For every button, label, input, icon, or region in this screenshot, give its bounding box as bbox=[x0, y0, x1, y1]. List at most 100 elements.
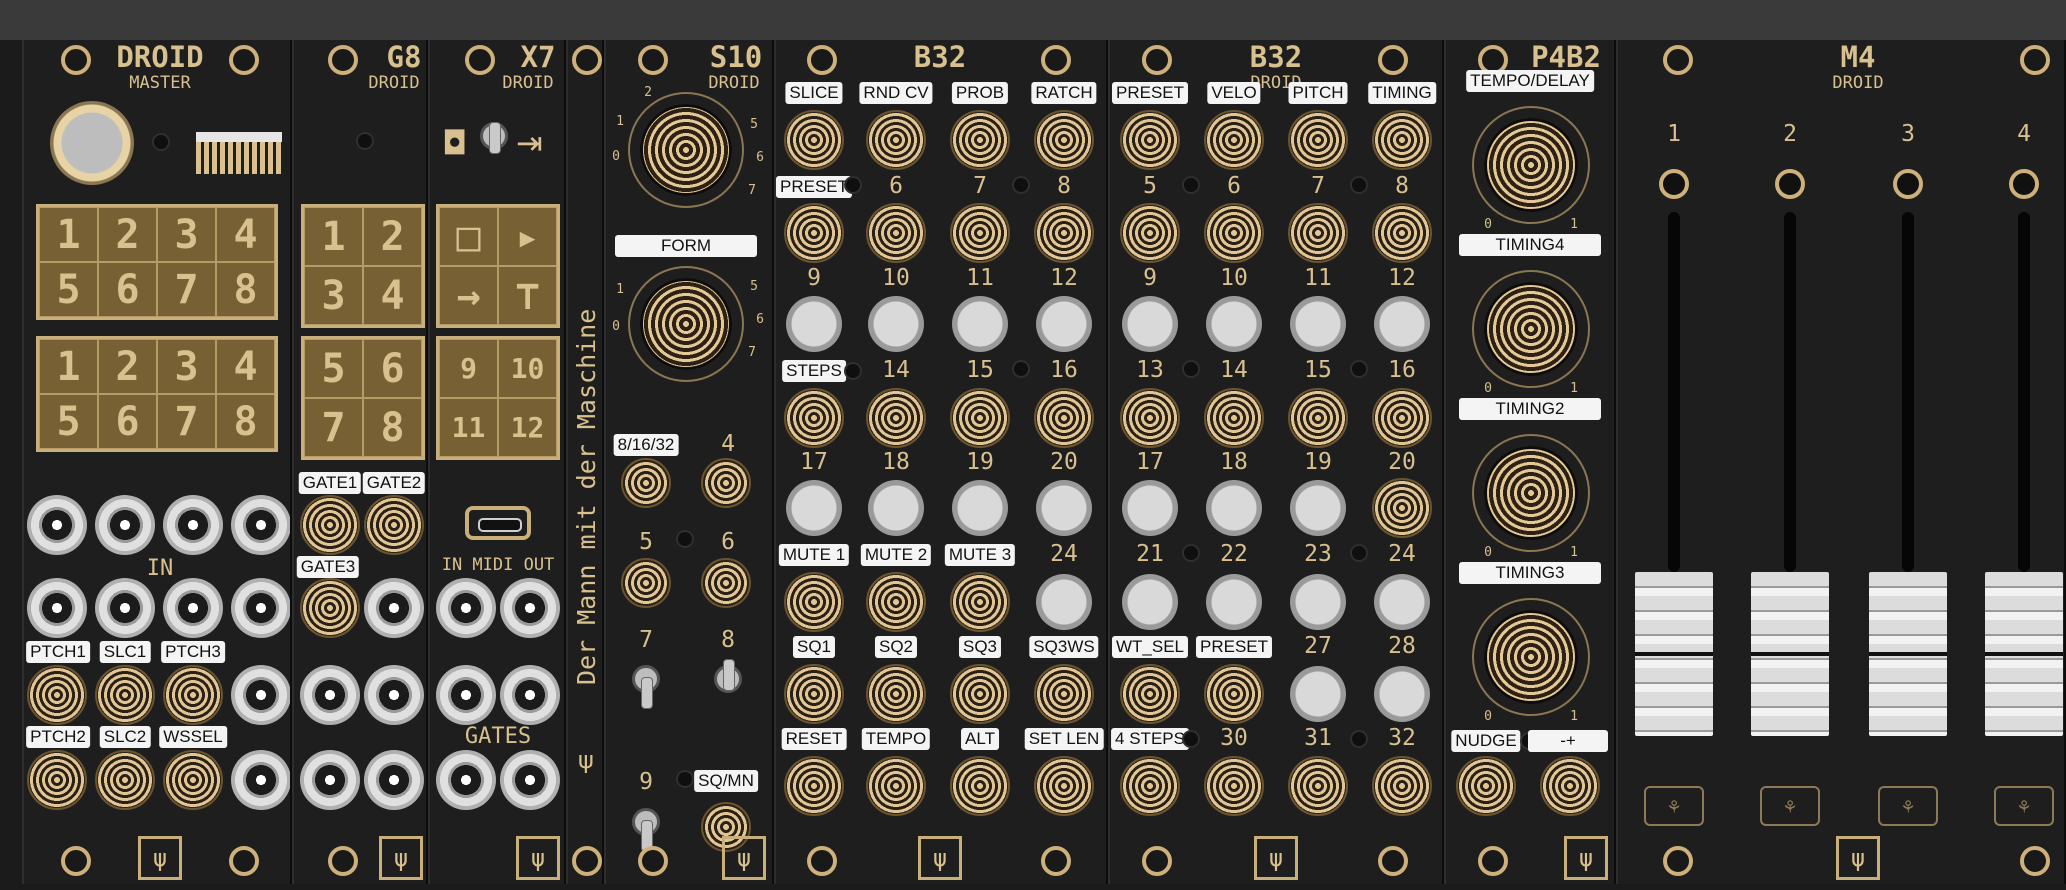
patched-jack[interactable] bbox=[1456, 756, 1516, 816]
patched-jack[interactable] bbox=[1204, 110, 1264, 170]
patched-jack[interactable] bbox=[784, 110, 844, 170]
top-knob[interactable] bbox=[640, 104, 732, 196]
input-jack[interactable] bbox=[27, 495, 87, 555]
gate-jack[interactable] bbox=[436, 665, 496, 725]
patched-jack[interactable] bbox=[300, 495, 360, 555]
step-button[interactable] bbox=[1374, 296, 1430, 352]
patched-jack[interactable] bbox=[1204, 388, 1264, 448]
patched-jack[interactable] bbox=[163, 750, 223, 810]
gate-jack[interactable] bbox=[300, 750, 360, 810]
form-knob[interactable] bbox=[640, 278, 732, 370]
patched-jack[interactable] bbox=[784, 756, 844, 816]
patched-jack[interactable] bbox=[27, 750, 87, 810]
step-button[interactable] bbox=[868, 296, 924, 352]
patched-jack[interactable] bbox=[27, 665, 87, 725]
patched-jack[interactable] bbox=[784, 572, 844, 632]
patched-jack[interactable] bbox=[1204, 756, 1264, 816]
switch-9[interactable] bbox=[626, 798, 666, 852]
patched-jack[interactable] bbox=[621, 458, 671, 508]
output-jack[interactable] bbox=[231, 750, 290, 810]
patched-jack[interactable] bbox=[866, 572, 926, 632]
step-button[interactable] bbox=[1374, 666, 1430, 722]
patched-jack[interactable] bbox=[621, 558, 671, 608]
patched-jack[interactable] bbox=[1120, 388, 1180, 448]
patched-jack[interactable] bbox=[1288, 203, 1348, 263]
patched-jack[interactable] bbox=[364, 495, 424, 555]
timing3-knob[interactable] bbox=[1484, 610, 1578, 704]
step-button[interactable] bbox=[868, 480, 924, 536]
gate-jack[interactable] bbox=[500, 750, 560, 810]
midi-out-jack[interactable] bbox=[500, 578, 560, 638]
step-button[interactable] bbox=[1290, 296, 1346, 352]
patched-jack[interactable] bbox=[1034, 388, 1094, 448]
step-button[interactable] bbox=[1036, 480, 1092, 536]
patched-jack[interactable] bbox=[1120, 756, 1180, 816]
output-jack[interactable] bbox=[231, 665, 290, 725]
patched-jack[interactable] bbox=[701, 458, 751, 508]
patched-jack[interactable] bbox=[1540, 756, 1600, 816]
input-jack[interactable] bbox=[95, 495, 155, 555]
patched-jack[interactable] bbox=[950, 572, 1010, 632]
patched-jack[interactable] bbox=[1120, 110, 1180, 170]
step-button[interactable] bbox=[1036, 296, 1092, 352]
patched-jack[interactable] bbox=[1372, 203, 1432, 263]
step-button[interactable] bbox=[1374, 574, 1430, 630]
step-button[interactable] bbox=[1206, 480, 1262, 536]
patched-jack[interactable] bbox=[1120, 203, 1180, 263]
timing2-knob[interactable] bbox=[1484, 446, 1578, 540]
patched-jack[interactable] bbox=[163, 665, 223, 725]
patched-jack[interactable] bbox=[1372, 478, 1432, 538]
patched-jack[interactable] bbox=[866, 664, 926, 724]
step-button[interactable] bbox=[1122, 480, 1178, 536]
input-jack[interactable] bbox=[27, 578, 87, 638]
gate-jack[interactable] bbox=[364, 750, 424, 810]
step-button[interactable] bbox=[1290, 666, 1346, 722]
switch-7[interactable] bbox=[626, 655, 666, 709]
step-button[interactable] bbox=[1206, 296, 1262, 352]
patched-jack[interactable] bbox=[1288, 110, 1348, 170]
patched-jack[interactable] bbox=[1034, 664, 1094, 724]
switch-8[interactable] bbox=[708, 655, 748, 709]
patched-jack[interactable] bbox=[950, 110, 1010, 170]
patched-jack[interactable] bbox=[866, 110, 926, 170]
step-button[interactable] bbox=[1036, 574, 1092, 630]
step-button[interactable] bbox=[786, 296, 842, 352]
midi-in-jack[interactable] bbox=[436, 578, 496, 638]
patched-jack[interactable] bbox=[1034, 756, 1094, 816]
gate-jack[interactable] bbox=[364, 578, 424, 638]
step-button[interactable] bbox=[1290, 574, 1346, 630]
patched-jack[interactable] bbox=[1034, 203, 1094, 263]
patched-jack[interactable] bbox=[784, 388, 844, 448]
patched-jack[interactable] bbox=[1034, 110, 1094, 170]
patched-jack[interactable] bbox=[1372, 110, 1432, 170]
gate-jack[interactable] bbox=[436, 750, 496, 810]
gate-jack[interactable] bbox=[500, 665, 560, 725]
patched-jack[interactable] bbox=[784, 664, 844, 724]
patched-jack[interactable] bbox=[950, 388, 1010, 448]
patched-jack[interactable] bbox=[1372, 388, 1432, 448]
patched-jack[interactable] bbox=[866, 756, 926, 816]
step-button[interactable] bbox=[1290, 480, 1346, 536]
gate-jack[interactable] bbox=[364, 665, 424, 725]
timing4-knob[interactable] bbox=[1484, 282, 1578, 376]
input-jack[interactable] bbox=[231, 578, 290, 638]
input-jack[interactable] bbox=[163, 578, 223, 638]
step-button[interactable] bbox=[952, 480, 1008, 536]
patched-jack[interactable] bbox=[950, 664, 1010, 724]
step-button[interactable] bbox=[1206, 574, 1262, 630]
patched-jack[interactable] bbox=[1288, 388, 1348, 448]
patched-jack[interactable] bbox=[95, 750, 155, 810]
step-button[interactable] bbox=[786, 480, 842, 536]
step-button[interactable] bbox=[1122, 574, 1178, 630]
patched-jack[interactable] bbox=[950, 756, 1010, 816]
patched-jack[interactable] bbox=[95, 665, 155, 725]
patched-jack[interactable] bbox=[1372, 756, 1432, 816]
patched-jack[interactable] bbox=[300, 578, 360, 638]
patched-jack[interactable] bbox=[1120, 664, 1180, 724]
patched-jack[interactable] bbox=[701, 558, 751, 608]
patched-jack[interactable] bbox=[950, 203, 1010, 263]
patched-jack[interactable] bbox=[784, 203, 844, 263]
input-jack[interactable] bbox=[163, 495, 223, 555]
master-button[interactable] bbox=[50, 101, 134, 185]
patched-jack[interactable] bbox=[1288, 756, 1348, 816]
